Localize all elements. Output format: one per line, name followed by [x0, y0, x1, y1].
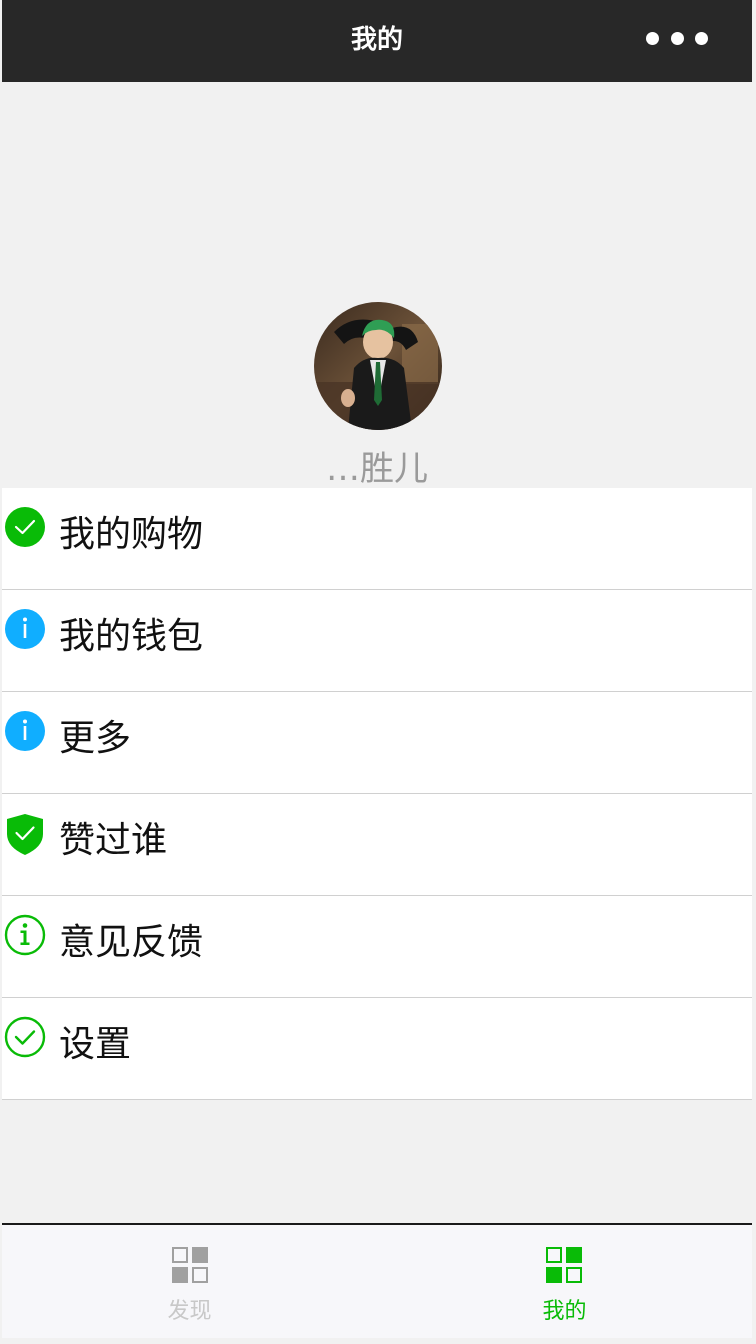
menu-item-label: 赞过谁: [59, 820, 168, 861]
nav-bar: 我的: [2, 0, 752, 82]
tab-bar: 发现 我的: [2, 1223, 752, 1338]
tab-label: 发现: [167, 1299, 212, 1324]
grid-icon: [546, 1247, 582, 1283]
user-name: …胜儿: [326, 449, 428, 489]
menu-item-label: 我的购物: [59, 514, 204, 555]
menu-list: 我的购物 我的钱包 更多 赞过谁 意见反馈 设置: [2, 488, 752, 1100]
menu-item-label: 意见反馈: [59, 922, 204, 963]
more-button[interactable]: [638, 22, 718, 56]
menu-item-more[interactable]: 更多: [2, 692, 752, 794]
tab-discover[interactable]: 发现: [2, 1225, 377, 1338]
menu-item-wallet[interactable]: 我的钱包: [2, 590, 752, 692]
menu-item-label: 我的钱包: [59, 616, 204, 657]
safe-shield-icon: [4, 812, 46, 856]
tab-label: 我的: [542, 1299, 587, 1324]
info-filled-icon: [4, 710, 46, 754]
avatar[interactable]: [314, 302, 442, 430]
app-frame: 我的 …胜儿 我的购物 我的钱包 更多 赞过谁 意见反馈 设置 发现 我的: [2, 0, 752, 1338]
success-filled-icon: [4, 506, 46, 550]
menu-item-feedback[interactable]: 意见反馈: [2, 896, 752, 998]
menu-item-shopping[interactable]: 我的购物: [2, 488, 752, 590]
avatar-illustration: [314, 302, 442, 430]
menu-item-settings[interactable]: 设置: [2, 998, 752, 1099]
info-outline-icon: [4, 914, 46, 958]
success-outline-icon: [4, 1016, 46, 1060]
menu-item-label: 更多: [59, 718, 132, 759]
info-filled-icon: [4, 608, 46, 652]
grid-icon: [172, 1247, 208, 1283]
tab-mine[interactable]: 我的: [377, 1225, 752, 1338]
menu-item-label: 设置: [59, 1024, 132, 1065]
menu-item-liked[interactable]: 赞过谁: [2, 794, 752, 896]
